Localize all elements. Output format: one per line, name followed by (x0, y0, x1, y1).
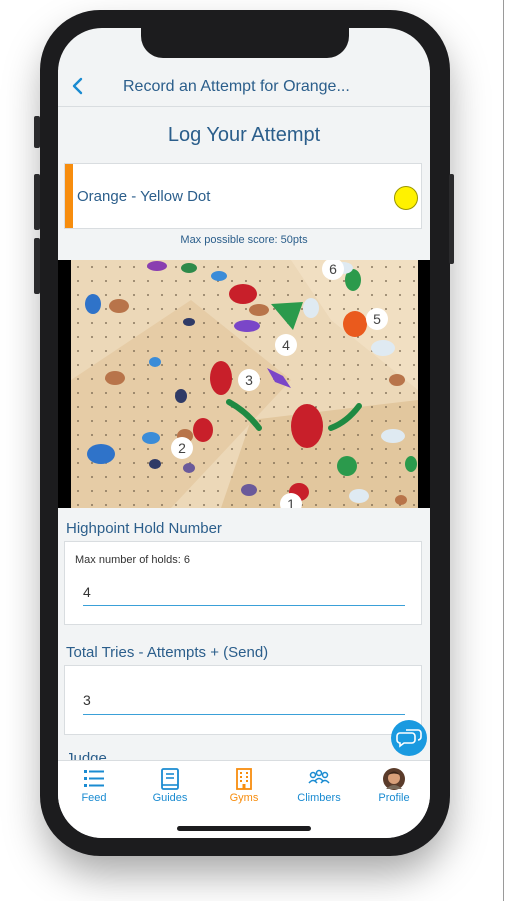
app-screen: Record an Attempt for Orange... Log Your… (58, 28, 430, 838)
tab-climbers[interactable]: Climbers (284, 765, 354, 805)
power-button (449, 174, 454, 264)
back-chevron-icon[interactable] (66, 74, 90, 98)
highpoint-underline (83, 605, 405, 606)
route-photo[interactable]: 6 5 4 3 2 1 (58, 260, 430, 508)
tab-profile[interactable]: Profile (359, 765, 429, 805)
climbing-wall-image: 6 5 4 3 2 1 (71, 260, 418, 508)
tab-gyms-label: Gyms (229, 792, 259, 804)
tries-card: 3 (64, 665, 422, 735)
hold-marker-4: 4 (275, 334, 297, 356)
tab-climbers-label: Climbers (297, 792, 341, 804)
tab-guides[interactable]: Guides (135, 765, 205, 805)
route-color-stripe (65, 164, 73, 228)
nav-bar: Record an Attempt for Orange... (58, 70, 430, 107)
svg-text:1: 1 (287, 496, 295, 508)
tab-feed[interactable]: Feed (59, 765, 129, 805)
mute-switch (34, 116, 40, 148)
tab-gyms[interactable]: Gyms (209, 765, 279, 805)
hold-marker-5: 5 (366, 308, 388, 330)
window-edge (503, 0, 504, 901)
svg-text:5: 5 (373, 311, 381, 327)
tab-feed-label: Feed (81, 792, 107, 804)
chat-bubbles-icon (396, 729, 422, 748)
feed-list-icon (84, 770, 104, 787)
max-holds-hint: Max number of holds: 6 (75, 554, 190, 566)
tries-input[interactable]: 3 (83, 692, 91, 708)
hold-marker-3: 3 (238, 369, 260, 391)
max-score-text: Max possible score: 50pts (180, 234, 308, 246)
hold-marker-2: 2 (171, 437, 193, 459)
route-card[interactable]: Orange - Yellow Dot (64, 163, 422, 229)
tab-profile-label: Profile (378, 792, 410, 804)
highpoint-label: Highpoint Hold Number (66, 520, 222, 537)
people-icon (308, 769, 330, 784)
section-heading: Log Your Attempt (167, 124, 321, 146)
svg-text:4: 4 (282, 337, 290, 353)
highpoint-card: Max number of holds: 6 4 (64, 541, 422, 625)
route-dot-icon (394, 186, 418, 210)
highpoint-input[interactable]: 4 (83, 584, 91, 600)
avatar-icon (383, 768, 405, 790)
svg-text:2: 2 (178, 440, 186, 456)
building-icon (236, 768, 252, 790)
page-title: Record an Attempt for Orange... (123, 78, 350, 95)
tries-label: Total Tries - Attempts + (Send) (66, 644, 269, 661)
volume-down-button (34, 238, 40, 294)
tab-guides-label: Guides (152, 792, 188, 804)
phone-notch (141, 28, 349, 58)
volume-up-button (34, 174, 40, 230)
home-indicator (177, 826, 311, 831)
svg-text:3: 3 (245, 372, 253, 388)
tries-underline (83, 714, 405, 715)
svg-text:6: 6 (329, 261, 337, 277)
route-name: Orange - Yellow Dot (77, 188, 211, 205)
chat-button[interactable] (391, 720, 427, 756)
book-icon (161, 768, 179, 790)
